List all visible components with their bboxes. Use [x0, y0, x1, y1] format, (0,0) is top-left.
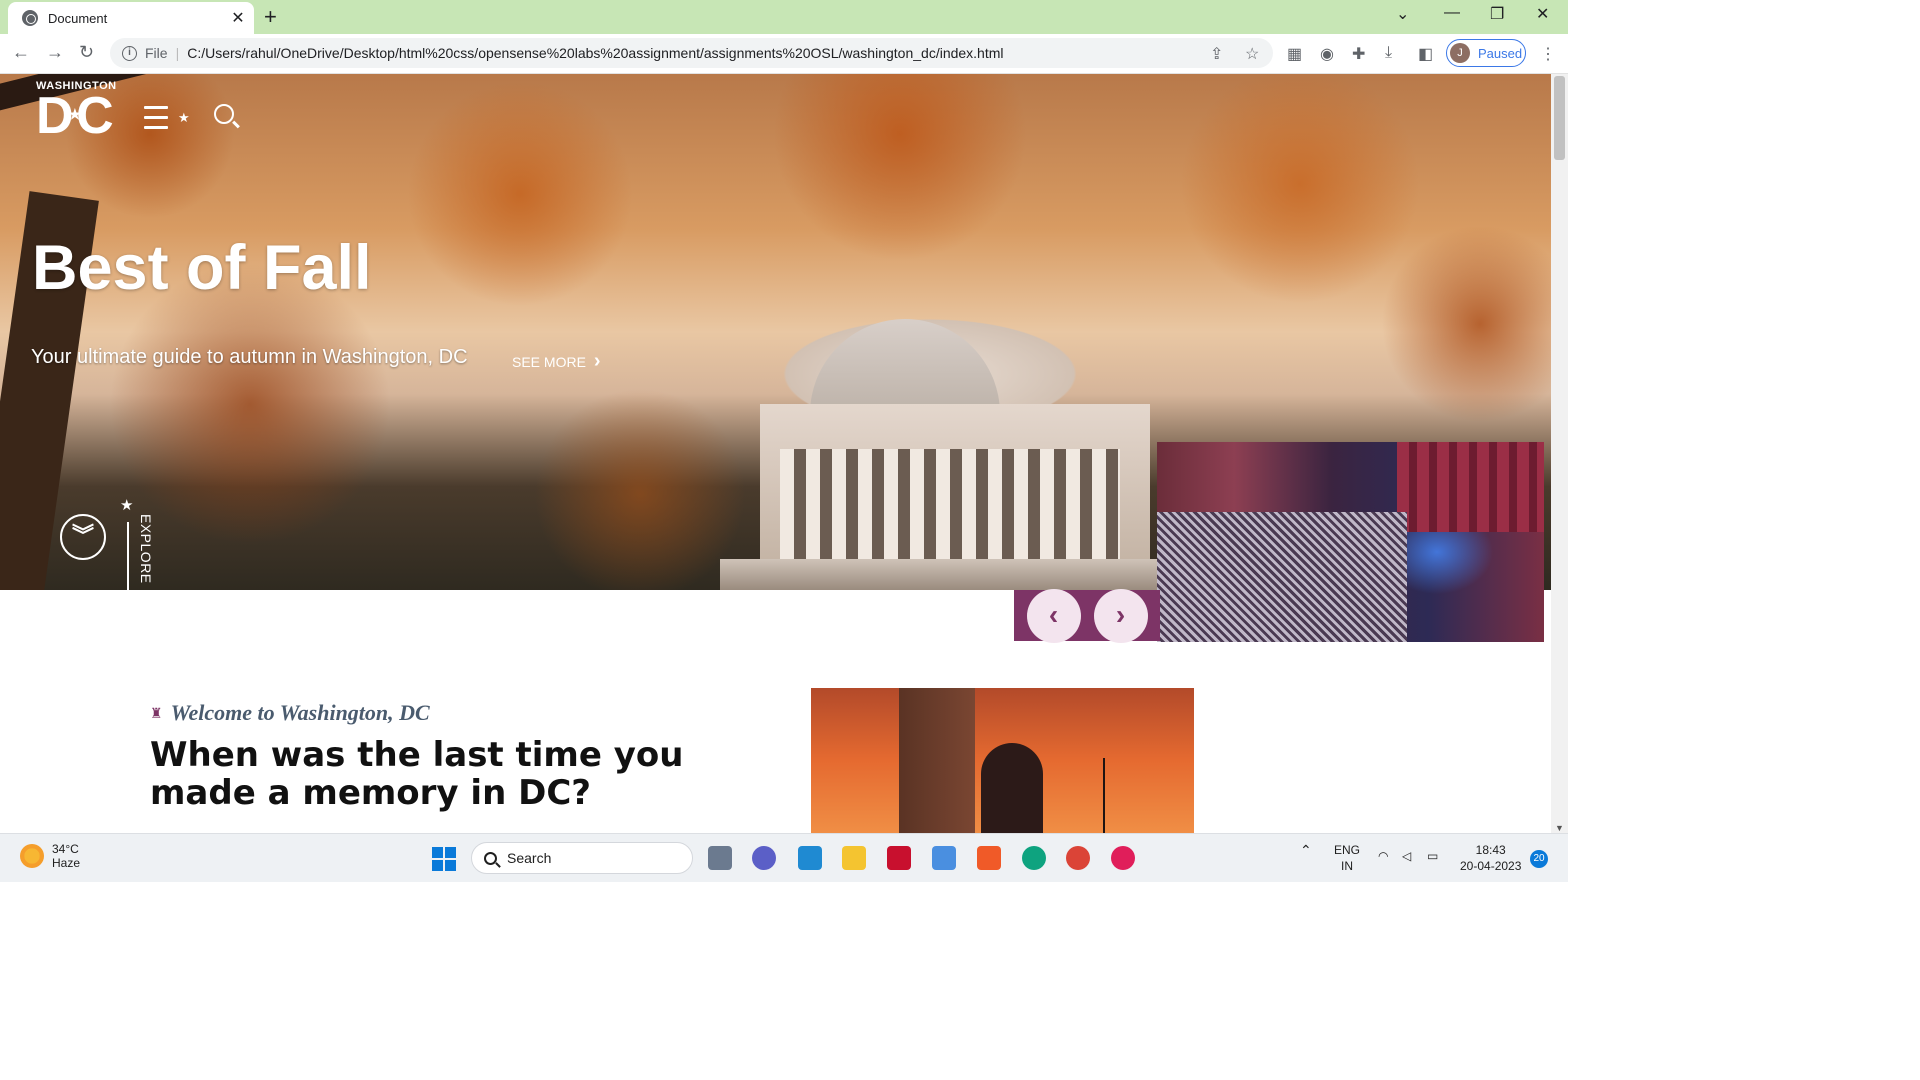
explore-star-icon: ★ — [120, 497, 134, 514]
info-icon[interactable]: i — [122, 45, 137, 61]
browser-tab[interactable]: Document ✕ — [8, 2, 254, 34]
camera-icon[interactable]: ◉ — [1320, 44, 1334, 64]
logo-star-icon: ★ — [68, 106, 81, 122]
logo-letter-d: D — [36, 87, 74, 145]
back-icon[interactable]: ← — [12, 42, 30, 63]
chrome-icon[interactable] — [1066, 846, 1090, 870]
logo-letter-c: C — [76, 87, 114, 145]
welcome-tagline: ♜ Welcome to Washington, DC — [150, 700, 430, 726]
flagpole-shape — [1103, 758, 1105, 833]
binoculars-icon: ♜ — [150, 704, 163, 721]
lang-top: ENG — [1334, 843, 1361, 857]
welcome-text: Welcome to Washington, DC — [170, 700, 430, 725]
windows-start-icon[interactable] — [432, 847, 456, 871]
address-url[interactable]: C:/Users/rahul/OneDrive/Desktop/html%20c… — [187, 45, 1003, 61]
explore-label[interactable]: EXPLORE — [138, 514, 154, 584]
vertical-scrollbar[interactable]: ▲ ▼ — [1551, 74, 1568, 833]
weather-widget[interactable]: 34°C Haze — [20, 842, 80, 870]
menu-star-icon: ★ — [178, 110, 190, 125]
avatar: J — [1450, 43, 1470, 63]
tab-title: Document — [48, 10, 108, 26]
address-prefix: File — [145, 45, 168, 61]
slack-icon[interactable] — [1111, 846, 1135, 870]
explore-divider — [127, 522, 129, 590]
chevron-up-icon[interactable]: ⌃ — [1300, 842, 1312, 858]
globe-icon — [22, 10, 38, 26]
search-icon — [484, 851, 497, 865]
scroll-down-icon[interactable]: ▼ — [1555, 823, 1564, 833]
vscode-icon[interactable] — [798, 846, 822, 870]
theater-audience — [1157, 512, 1407, 642]
task-view-icon[interactable] — [708, 846, 732, 870]
store-icon[interactable] — [932, 846, 956, 870]
address-bar[interactable]: i File | C:/Users/rahul/OneDrive/Desktop… — [110, 38, 1273, 68]
clock-date: 20-04-2023 — [1460, 859, 1522, 873]
monument-photo — [811, 688, 1194, 833]
windows-taskbar: 34°C Haze Search ⌃ ENG IN ◠ ◁ ▭ 18:43 20… — [0, 833, 1568, 882]
mcafee-icon[interactable] — [887, 846, 911, 870]
site-logo[interactable]: WASHINGTON D★C — [36, 80, 117, 152]
capitol-dome-shape — [981, 743, 1043, 833]
logo-letters: D★C — [36, 90, 117, 152]
wifi-icon[interactable]: ◠ — [1378, 848, 1388, 864]
restore-icon[interactable]: ❐ — [1490, 4, 1504, 24]
edge-icon[interactable] — [1022, 846, 1046, 870]
hero-title: Best of Fall — [32, 233, 372, 303]
battery-icon[interactable]: ▭ — [1427, 848, 1438, 864]
weather-condition: Haze — [52, 856, 81, 870]
menu-kebab-icon[interactable]: ⋮ — [1540, 44, 1556, 64]
minimize-icon[interactable]: — — [1444, 4, 1460, 22]
clock[interactable]: 18:43 20-04-2023 — [1460, 842, 1521, 874]
slider-controls: ‹ › — [1014, 588, 1160, 643]
profile-button[interactable]: J Paused — [1446, 39, 1526, 67]
search-icon[interactable] — [214, 104, 234, 124]
taskbar-search[interactable]: Search — [471, 842, 693, 874]
new-tab-button[interactable]: + — [264, 6, 277, 28]
side-panel-icon[interactable]: ◧ — [1418, 44, 1433, 64]
sun-haze-icon — [20, 844, 44, 868]
double-chevron-down-icon[interactable]: ︾ — [60, 514, 106, 560]
taskbar-search-label: Search — [507, 850, 552, 866]
next-slide-button[interactable]: › — [1093, 588, 1148, 643]
see-more-label: SEE MORE — [512, 353, 586, 370]
theater-curtain — [1397, 442, 1544, 532]
brave-icon[interactable] — [977, 846, 1001, 870]
language-indicator[interactable]: ENG IN — [1334, 842, 1360, 874]
page-viewport: WASHINGTON D★C ★ Best of Fall Your ultim… — [0, 74, 1551, 833]
see-more-link[interactable]: SEE MORE › — [512, 350, 601, 373]
hero-subtitle: Your ultimate guide to autumn in Washing… — [31, 346, 468, 368]
next-slide-preview[interactable] — [1157, 442, 1544, 642]
section-heading: When was the last time you made a memory… — [150, 735, 684, 813]
bookmark-star-icon[interactable]: ☆ — [1245, 44, 1259, 64]
close-tab-icon[interactable]: ✕ — [230, 8, 246, 28]
close-window-icon[interactable]: ✕ — [1536, 4, 1549, 24]
tab-strip: Document ✕ + ⌄ — ❐ ✕ — [0, 0, 1568, 34]
tab-search-icon[interactable]: ⌄ — [1396, 4, 1409, 24]
notification-badge[interactable]: 20 — [1530, 850, 1548, 868]
qr-code-icon[interactable]: ▦ — [1287, 44, 1302, 64]
volume-icon[interactable]: ◁ — [1402, 848, 1411, 864]
share-icon[interactable]: ⇪ — [1210, 44, 1223, 64]
obelisk-shape — [899, 688, 975, 833]
file-explorer-icon[interactable] — [842, 846, 866, 870]
extensions-icon[interactable]: ✚ — [1352, 44, 1365, 64]
address-separator: | — [175, 45, 180, 61]
lang-bottom: IN — [1341, 859, 1353, 873]
forward-icon[interactable]: → — [46, 42, 64, 63]
prev-slide-button[interactable]: ‹ — [1026, 588, 1081, 643]
reload-icon[interactable]: ↻ — [79, 42, 94, 63]
download-icon[interactable]: ⤓ — [1385, 44, 1392, 62]
temperature: 34°C — [52, 842, 79, 856]
browser-toolbar: ← → ↻ i File | C:/Users/rahul/OneDrive/D… — [0, 34, 1568, 74]
clock-time: 18:43 — [1475, 843, 1506, 857]
hamburger-menu-icon[interactable] — [144, 106, 168, 130]
chat-icon[interactable] — [752, 846, 776, 870]
chevron-right-icon: › — [593, 350, 601, 372]
profile-status: Paused — [1478, 45, 1523, 61]
scrollbar-thumb[interactable] — [1554, 76, 1565, 160]
